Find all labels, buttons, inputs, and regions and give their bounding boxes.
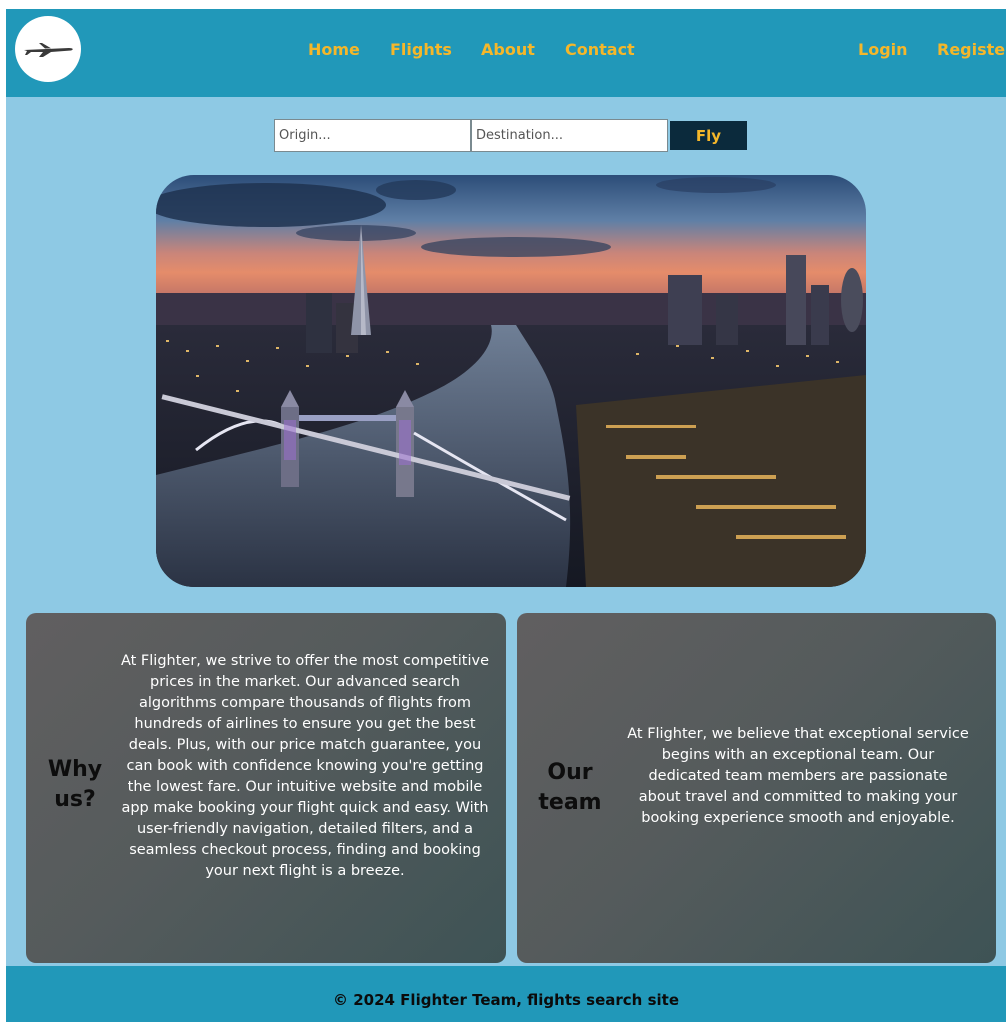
footer-copyright: © 2024 Flighter Team, flights search sit… [332, 991, 679, 1009]
our-team-title: Our team [538, 760, 602, 815]
nav-login[interactable]: Login [858, 40, 908, 59]
our-team-card: Our team At Flighter, we believe that ex… [517, 613, 996, 963]
airplane-icon [24, 43, 73, 57]
nav-about[interactable]: About [481, 40, 535, 59]
hero-image [156, 175, 866, 587]
logo[interactable] [15, 16, 81, 82]
nav-contact[interactable]: Contact [565, 40, 635, 59]
why-us-card: Why us? At Flighter, we strive to offer … [26, 613, 506, 963]
our-team-text: At Flighter, we believe that exceptional… [627, 726, 969, 826]
page: Home Flights About Contact Login Registe… [6, 9, 1006, 1022]
fly-button[interactable]: Fly [670, 121, 747, 150]
nav-register[interactable]: Register [937, 40, 1006, 59]
site-footer: © 2024 Flighter Team, flights search sit… [6, 966, 1006, 1022]
why-us-title: Why us? [47, 757, 103, 812]
nav-home[interactable]: Home [308, 40, 360, 59]
destination-input[interactable] [471, 119, 668, 152]
why-us-text: At Flighter, we strive to offer the most… [120, 653, 490, 879]
nav-flights[interactable]: Flights [390, 40, 452, 59]
origin-input[interactable] [274, 119, 471, 152]
site-header: Home Flights About Contact Login Registe… [6, 9, 1006, 97]
